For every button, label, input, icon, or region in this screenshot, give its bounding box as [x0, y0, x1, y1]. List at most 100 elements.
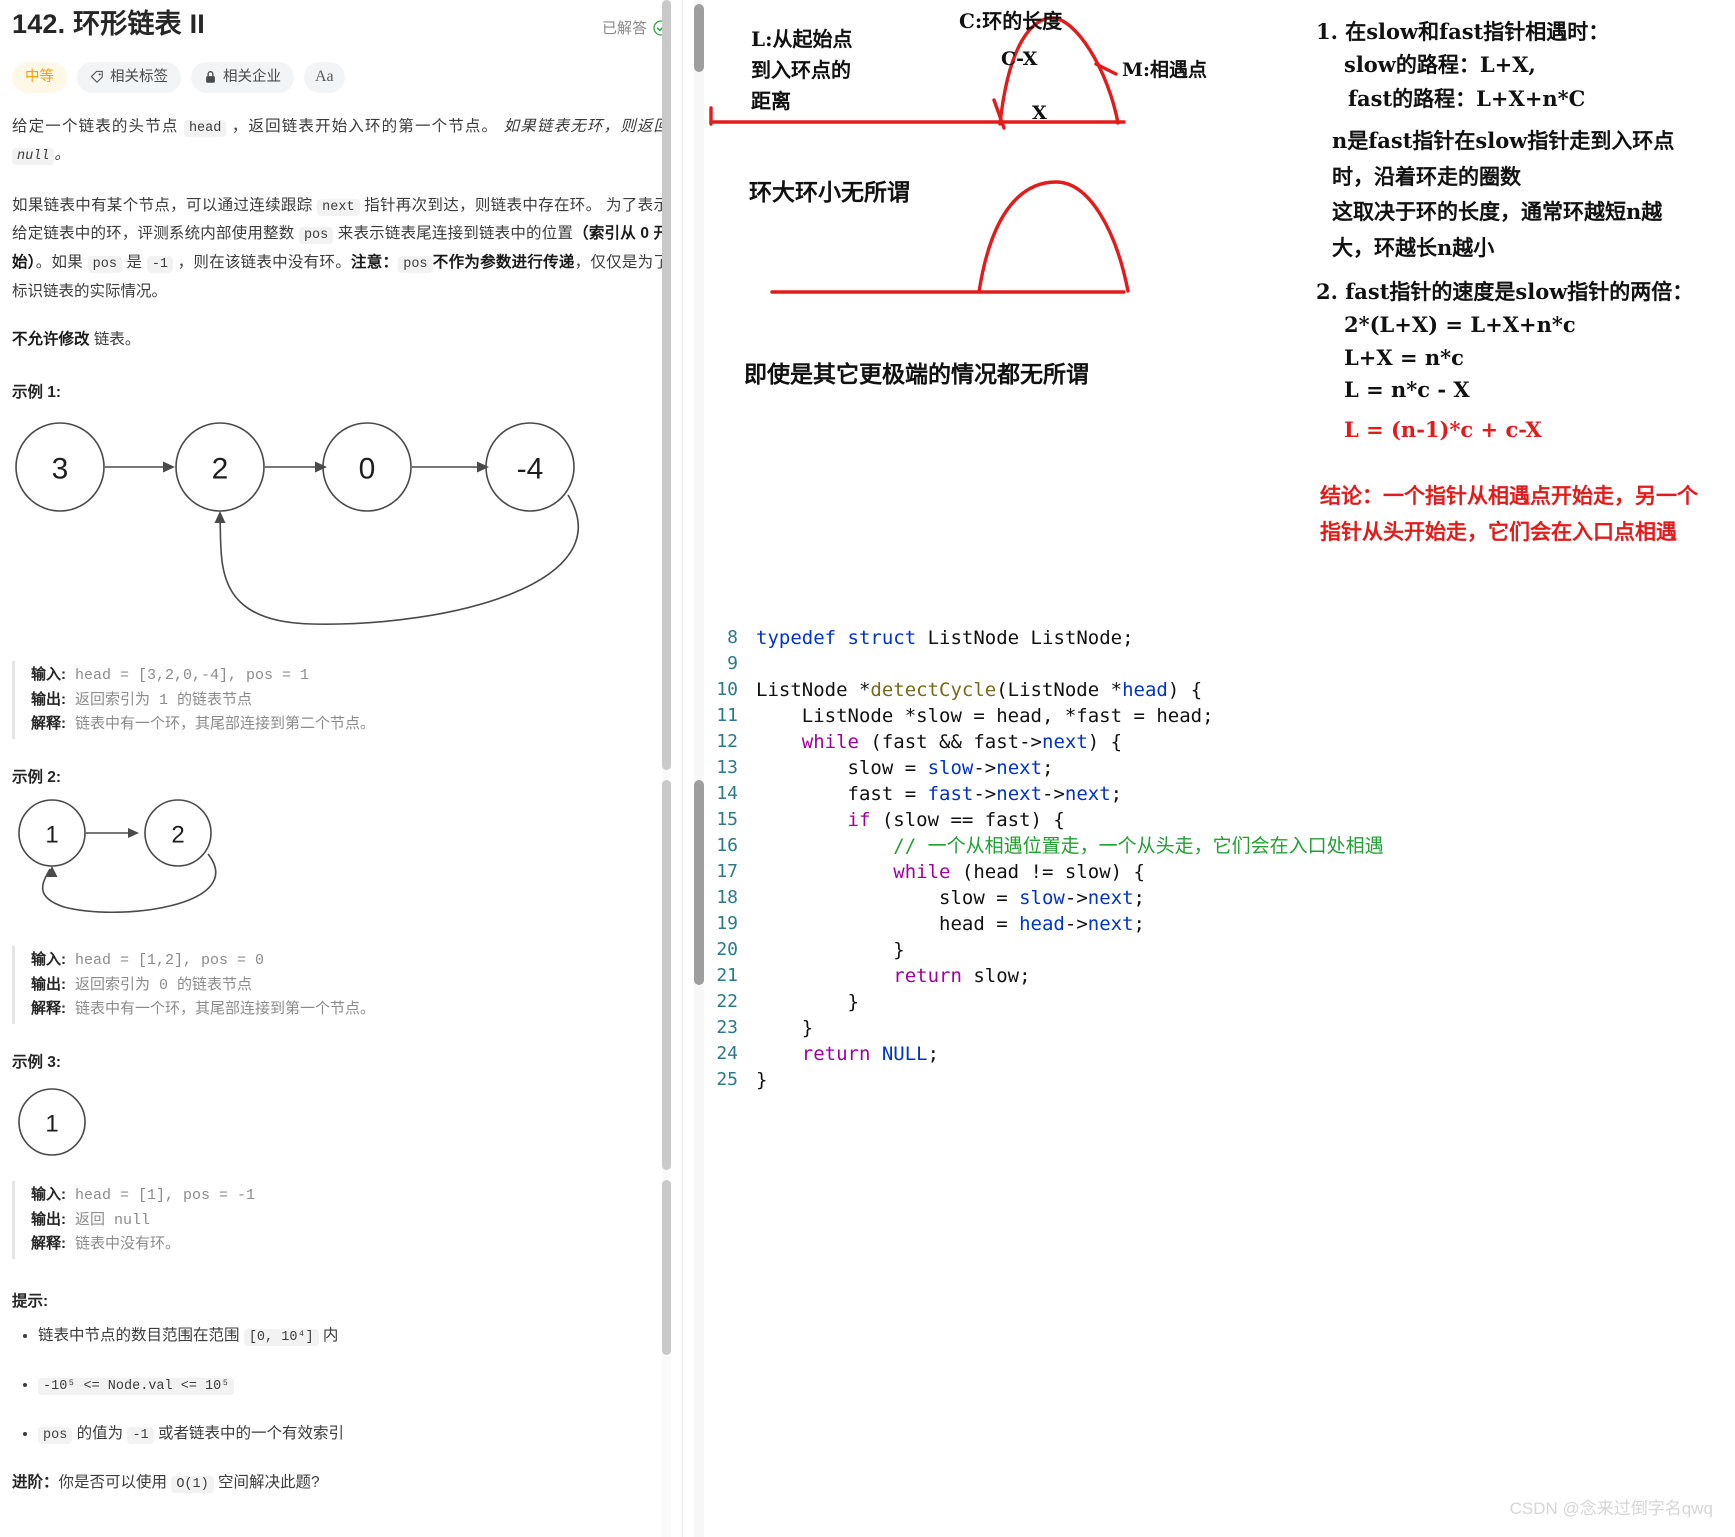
code-line: 18 slow = slow->next; [714, 885, 1724, 911]
code-text: ListNode *detectCycle(ListNode *head) { [756, 679, 1203, 701]
right-scrollbar-track[interactable] [694, 0, 704, 1537]
related-tags-button[interactable]: 相关标签 [77, 61, 181, 93]
line-number: 13 [716, 757, 738, 778]
notes-panel: L:从起始点 到入环点的 距离 C:环的长度 C-X M:相遇点 X 环大环小无… [684, 0, 1735, 1537]
example-1-block: 输入: head = [3,2,0,-4], pos = 1 输出: 返回索引为… [12, 660, 669, 740]
p1-italic-2: 。 [54, 146, 70, 164]
row-label: 解释: [31, 1000, 66, 1018]
inline-code-head: head [183, 119, 227, 137]
inline-code-pos-3: pos [398, 256, 433, 273]
inline-code-pos-1: pos [298, 227, 334, 245]
right-scrollbar-thumb-2[interactable] [694, 780, 704, 985]
code-text: } [756, 1069, 768, 1091]
code-line: 14 fast = fast->next->next; [714, 781, 1724, 807]
code-line: 25} [714, 1067, 1724, 1093]
left-scrollbar-thumb-3[interactable] [662, 1180, 671, 1355]
line-number: 19 [716, 913, 738, 934]
font-size-button[interactable]: Aa [304, 61, 345, 93]
line-number: 20 [716, 939, 738, 960]
note-2-eq-4-highlight: L = (n-1)*c + c-X [1344, 417, 1542, 442]
svg-text:2: 2 [171, 822, 184, 849]
code-line: 16 // 一个从相遇位置走，一个从头走，它们会在入口处相遇 [714, 833, 1724, 859]
difficulty-badge[interactable]: 中等 [12, 61, 67, 93]
row-value: 返回 null [75, 1211, 151, 1229]
p1-a: 给定一个链表的头节点 [12, 117, 184, 135]
code-text: } [756, 1017, 814, 1039]
row-label: 解释: [31, 1235, 66, 1253]
watermark: CSDN @念来过倒字名qwq [1509, 1499, 1713, 1518]
inline-code-pos-2: pos [87, 256, 122, 273]
row-value: 链表中没有环。 [75, 1236, 181, 1254]
example-3-heading: 示例 3: [12, 1054, 62, 1072]
related-companies-label: 相关企业 [223, 69, 281, 85]
code-line: 8 typedef struct ListNode ListNode; [714, 625, 1724, 651]
svg-text:3: 3 [52, 452, 69, 485]
code-line: 11 ListNode *slow = head, *fast = head; [714, 703, 1724, 729]
line-number: 21 [716, 965, 738, 986]
advanced-code: O(1) [171, 1475, 214, 1493]
label-X: X [1032, 102, 1047, 124]
hints-heading: 提示: [12, 1293, 49, 1311]
p2-bold-3: 不作为参数进行传递 [432, 254, 575, 271]
row-label: 输入: [31, 1186, 66, 1204]
panel-divider [682, 0, 683, 1537]
problem-paragraph-2: 如果链表中有某个节点，可以通过连续跟踪 next 指针再次到达，则链表中存在环。… [12, 192, 669, 306]
example-row: 解释: 链表中没有环。 [31, 1232, 669, 1257]
left-scrollbar-thumb[interactable] [662, 0, 671, 770]
list-item: pos 的值为 -1 或者链表中的一个有效索引 [38, 1421, 669, 1448]
note-2-eq-1: 2*(L+X) = L+X+n*c [1344, 312, 1576, 337]
page-title: 142. 环形链表 II [12, 8, 205, 42]
line-number: 24 [716, 1043, 738, 1064]
svg-text:2: 2 [212, 452, 229, 485]
code-text: while (head != slow) { [893, 861, 1145, 883]
svg-text:1: 1 [45, 1111, 58, 1138]
example-row: 输出: 返回索引为 0 的链表节点 [31, 973, 669, 998]
example-row: 输入: head = [1,2], pos = 0 [31, 948, 669, 973]
cycle-diagram-2 [770, 180, 1130, 294]
label-M-meeting-point: M:相遇点 [1122, 59, 1208, 81]
code-text: head = head->next; [756, 913, 1145, 935]
hint-code: -10⁵ <= Node.val <= 10⁵ [38, 1378, 235, 1396]
line-number: 16 [716, 835, 738, 856]
right-scrollbar-thumb[interactable] [694, 4, 704, 72]
hint-text-2: 内 [318, 1327, 339, 1345]
related-tags-label: 相关标签 [110, 69, 168, 85]
code-text: } [756, 939, 905, 961]
hint-code: pos [38, 1427, 73, 1445]
line-number: 14 [716, 783, 738, 804]
svg-text:0: 0 [359, 452, 376, 485]
left-scrollbar-thumb-2[interactable] [662, 780, 671, 1170]
related-companies-button[interactable]: 相关企业 [191, 61, 294, 93]
example-row: 解释: 链表中有一个环，其尾部连接到第一个节点。 [31, 997, 669, 1022]
code-line: 24 return NULL; [714, 1041, 1724, 1067]
note-1-n-depends: 这取决于环的长度，通常环越短n越 大，环越长n越小 [1332, 199, 1663, 260]
code-line: 13 slow = slow->next; [714, 755, 1724, 781]
code-line: 17 while (head != slow) { [714, 859, 1724, 885]
note-2-eq-2: L+X = n*c [1344, 345, 1464, 370]
example-row: 输入: head = [1], pos = -1 [31, 1183, 669, 1208]
example-2-block: 输入: head = [1,2], pos = 0 输出: 返回索引为 0 的链… [12, 946, 669, 1025]
p1-b: ，返回链表开始入环的第一个节点。 [226, 117, 504, 135]
p2-c: 来表示链表尾连接到链表中的位置 [333, 225, 574, 243]
row-value: head = [1], pos = -1 [75, 1187, 256, 1205]
code-line: 23 } [714, 1015, 1724, 1041]
code-line: 12 while (fast && fast->next) { [714, 729, 1724, 755]
code-text: } [756, 991, 859, 1013]
example-2-figure: 1 2 [12, 797, 669, 932]
row-label: 输入: [31, 951, 66, 969]
code-line: 19 head = head->next; [714, 911, 1724, 937]
hint-code: [0, 10⁴] [243, 1329, 319, 1347]
example-1-figure: 3 2 0 -4 [12, 412, 669, 647]
list-item: -10⁵ <= Node.val <= 10⁵ [38, 1372, 669, 1399]
code-editor[interactable]: 8 typedef struct ListNode ListNode; 9 10 Lis… [714, 625, 1724, 1093]
code-line: 22 } [714, 989, 1724, 1015]
inline-code-next: next [317, 198, 360, 216]
line-number: 15 [716, 809, 738, 830]
row-value: head = [1,2], pos = 0 [75, 952, 265, 970]
line-number: 9 [727, 653, 738, 674]
p2-bold-2: 注意： [350, 254, 399, 271]
problem-paragraph-1: 给定一个链表的头节点 head ，返回链表开始入环的第一个节点。 如果链表无环，… [12, 113, 669, 170]
p2-d: 。如果 [35, 254, 88, 271]
example-3-figure: 1 [12, 1082, 669, 1167]
row-label: 输入: [31, 665, 66, 683]
